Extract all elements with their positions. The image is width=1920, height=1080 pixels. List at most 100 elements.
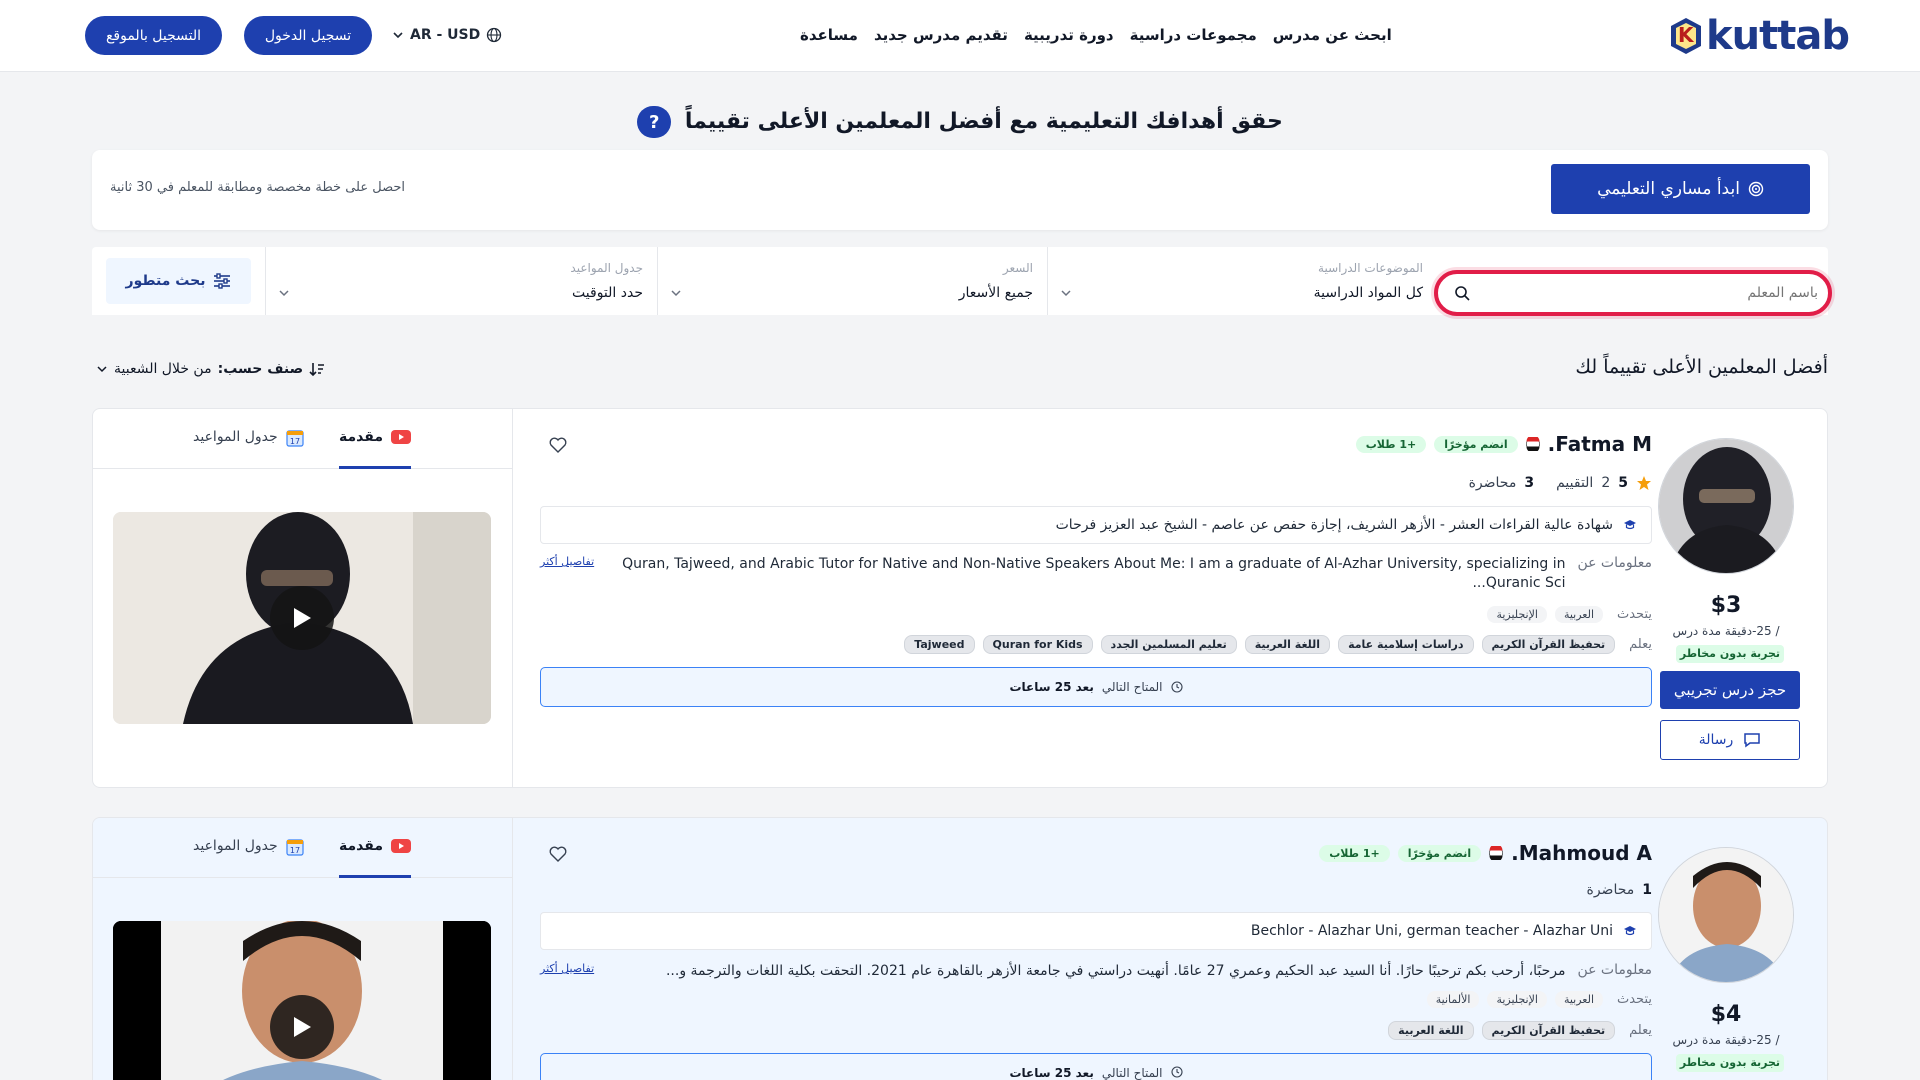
about-row: معلومات عن Quran, Tajweed, and Arabic Tu…	[540, 555, 1652, 593]
avatar-photo	[1659, 439, 1793, 573]
calendar-icon: 17	[286, 839, 304, 856]
tab-intro-label: مقدمة	[339, 429, 383, 445]
risk-free-trial-tag: تجربة بدون مخاطر	[1676, 645, 1784, 663]
login-button[interactable]: تسجيل الدخول	[244, 16, 372, 55]
chevron-down-icon	[279, 290, 289, 297]
tab-schedule[interactable]: 17 جدول المواعيد	[193, 838, 304, 878]
teacher-avatar[interactable]	[1658, 847, 1794, 983]
hero-title-row: حقق أهدافك التعليمية مع أفضل المعلمين ال…	[0, 106, 1920, 138]
tab-schedule-label: جدول المواعيد	[193, 838, 278, 854]
avatar-photo	[1659, 848, 1793, 982]
search-icon[interactable]	[1454, 285, 1470, 301]
students-count-badge: +1 طلاب	[1319, 844, 1390, 862]
sort-icon	[309, 363, 325, 377]
next-available-box[interactable]: المتاح التالي بعد 25 ساعات	[540, 667, 1652, 707]
about-label: معلومات عن	[1577, 555, 1652, 571]
message-button[interactable]: رسالة	[1660, 720, 1800, 760]
tab-intro[interactable]: مقدمة	[339, 838, 411, 878]
clock-icon	[1170, 681, 1183, 693]
book-trial-button[interactable]: حجز درس تجريبي	[1660, 671, 1800, 709]
more-details-link[interactable]: تفاصيل أكثر	[540, 555, 594, 593]
target-icon	[1748, 181, 1764, 197]
students-count-badge: +1 طلاب	[1355, 435, 1427, 453]
price-filter[interactable]: السعر جميع الأسعار	[657, 247, 1047, 315]
sliders-icon	[214, 273, 231, 289]
speaks-label: يتحدث	[1617, 992, 1652, 1007]
certificate-text: Bechlor - Alazhar Uni, german teacher - …	[1250, 923, 1613, 939]
star-icon	[1637, 476, 1651, 490]
subjects-filter-label: الموضوعات الدراسية	[1318, 261, 1423, 275]
next-available-value: بعد 25 ساعات	[1009, 1066, 1094, 1080]
next-available-label: المتاح التالي	[1101, 680, 1163, 694]
next-available-label: المتاح التالي	[1101, 1066, 1163, 1080]
next-available-box[interactable]: المتاح التالي بعد 25 ساعات	[540, 1053, 1652, 1080]
next-available-value: بعد 25 ساعات	[1009, 680, 1094, 694]
teacher-name-row: Fatma M. انضم مؤخرًا +1 طلاب	[540, 431, 1652, 457]
play-video-button[interactable]	[270, 586, 334, 650]
intro-video[interactable]	[113, 921, 491, 1080]
teacher-avatar[interactable]	[1658, 438, 1794, 574]
chevron-down-icon	[393, 32, 403, 39]
sort-value: من خلال الشعبية	[114, 361, 212, 377]
subject-chip: Tajweed	[904, 635, 975, 654]
teaches-label: يعلم	[1629, 1023, 1652, 1038]
intro-video[interactable]	[113, 512, 491, 724]
register-button[interactable]: التسجيل بالموقع	[85, 16, 222, 55]
help-question-icon[interactable]: ?	[637, 106, 672, 138]
nav-find-teacher[interactable]: ابحث عن مدرس	[1273, 26, 1392, 44]
locale-selector[interactable]: AR - USD	[392, 24, 502, 46]
play-icon	[294, 608, 311, 628]
language-chip: العربية	[1554, 606, 1603, 623]
language-chip: الإنجليزية	[1487, 606, 1547, 623]
top-header: K kuttab ابحث عن مدرس مجموعات دراسية دور…	[0, 0, 1920, 72]
chevron-down-icon	[671, 290, 681, 297]
language-chip: الألمانية	[1426, 991, 1480, 1008]
locale-label: AR - USD	[410, 27, 481, 43]
nav-help[interactable]: مساعدة	[800, 26, 858, 44]
teacher-name-row: Mahmoud A. انضم مؤخرًا +1 طلاب	[540, 840, 1652, 866]
language-chip: الإنجليزية	[1487, 991, 1547, 1008]
start-learning-path-label: ابدأ مساري التعليمي	[1597, 179, 1740, 199]
kuttab-logo[interactable]: K kuttab	[1668, 12, 1850, 60]
svg-text:17: 17	[290, 437, 300, 446]
tab-schedule[interactable]: 17 جدول المواعيد	[193, 429, 304, 469]
teacher-name-input[interactable]	[1478, 278, 1818, 308]
subject-chip: Quran for Kids	[982, 635, 1093, 654]
media-tabs: مقدمة 17 جدول المواعيد	[93, 818, 513, 878]
teacher-name[interactable]: Mahmoud A.	[1511, 841, 1652, 865]
teacher-media-panel: مقدمة 17 جدول المواعيد	[93, 818, 513, 1080]
lesson-duration: / 25-دقيقة مدة درس	[1672, 1033, 1780, 1047]
price-filter-value: جميع الأسعار	[958, 285, 1033, 301]
about-text: Quran, Tajweed, and Arabic Tutor for Nat…	[622, 556, 1566, 591]
speaks-row: يتحدث العربية الإنجليزية الألمانية	[540, 991, 1652, 1008]
globe-icon	[487, 27, 502, 43]
teacher-stats-row: 5 2 التقييم 3 محاضرة	[540, 472, 1652, 494]
sort-dropdown[interactable]: صنف حسب: من خلال الشعبية	[96, 361, 325, 377]
schedule-filter[interactable]: جدول المواعيد حدد التوقيت	[265, 247, 657, 315]
message-label: رسالة	[1698, 732, 1734, 748]
tab-schedule-label: جدول المواعيد	[193, 429, 278, 445]
teacher-name[interactable]: Fatma M.	[1548, 432, 1652, 456]
teacher-name-search	[1434, 270, 1832, 316]
advanced-search-button[interactable]: بحث متطور	[106, 258, 251, 304]
subject-chip: تحفيظ القرآن الكريم	[1481, 1021, 1616, 1040]
joined-recently-badge: انضم مؤخرًا	[1397, 844, 1482, 862]
subjects-filter[interactable]: الموضوعات الدراسية كل المواد الدراسية	[1047, 247, 1437, 315]
nav-study-groups[interactable]: مجموعات دراسية	[1130, 26, 1257, 44]
learning-plan-card: ابدأ مساري التعليمي احصل على خطة مخصصة و…	[92, 150, 1828, 230]
nav-become-teacher[interactable]: تقديم مدرس جديد	[874, 26, 1008, 44]
advanced-search-label: بحث متطور	[125, 273, 206, 289]
results-title: أفضل المعلمين الأعلى تقييماً لك	[1575, 356, 1828, 378]
lesson-duration: / 25-دقيقة مدة درس	[1672, 624, 1780, 638]
more-details-link[interactable]: تفاصيل أكثر	[540, 962, 594, 981]
lectures-label: محاضرة	[1586, 882, 1635, 898]
tab-intro[interactable]: مقدمة	[339, 429, 411, 469]
chevron-down-icon	[97, 366, 107, 373]
lectures-count: 3	[1524, 475, 1535, 491]
nav-training-course[interactable]: دورة تدريبية	[1024, 26, 1114, 44]
speaks-row: يتحدث العربية الإنجليزية	[540, 606, 1652, 623]
price-filter-label: السعر	[1002, 261, 1033, 275]
schedule-filter-label: جدول المواعيد	[570, 261, 643, 275]
start-learning-path-button[interactable]: ابدأ مساري التعليمي	[1551, 164, 1810, 214]
play-video-button[interactable]	[270, 995, 334, 1059]
